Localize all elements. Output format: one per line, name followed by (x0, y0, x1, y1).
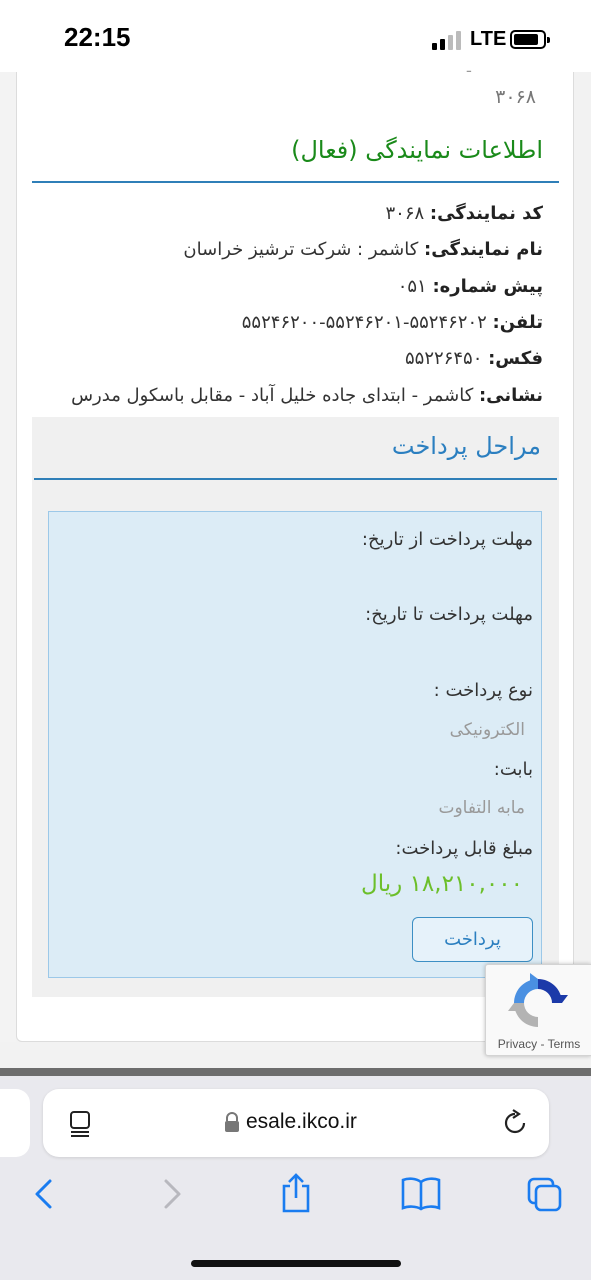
fax-value: ۵۵۲۲۶۴۵۰ (405, 348, 489, 369)
address-row: نشانی: کاشمر - ابتدای جاده خلیل آباد - م… (71, 385, 543, 406)
fax-row: فکس: ۵۵۲۲۶۴۵۰ (405, 348, 543, 369)
agency-name-row: نام نمایندگی: کاشمر : شرکت ترشیز خراسان (183, 239, 543, 260)
url-text[interactable]: esale.ikco.ir (246, 1110, 357, 1134)
payment-box (48, 511, 542, 978)
tabs-icon[interactable] (526, 1176, 564, 1214)
reader-icon[interactable] (66, 1109, 96, 1139)
agency-name-label: نام نمایندگی: (424, 239, 543, 260)
cellular-signal-icon (432, 30, 462, 50)
recaptcha-links: Privacy - Terms (486, 1037, 591, 1051)
previous-tab-stub[interactable] (0, 1089, 30, 1157)
share-icon[interactable] (278, 1172, 314, 1214)
lock-icon (225, 1112, 239, 1132)
payment-from-date-label: مهلت پرداخت از تاریخ: (361, 529, 533, 550)
page-margin (0, 72, 16, 1042)
phone-value[interactable]: ۵۵۲۴۶۲۰۲-۵۵۲۴۶۲۰۱-۵۵۲۴۶۲۰۰ (242, 312, 493, 333)
phone-label: تلفن: (492, 312, 543, 333)
payment-to-date-label: مهلت پرداخت تا تاریخ: (365, 604, 533, 625)
toolbar-separator (0, 1068, 591, 1076)
address-label: نشانی: (478, 385, 543, 406)
payment-steps-title: مراحل پرداخت (391, 432, 541, 460)
pay-button[interactable]: پرداخت (412, 917, 533, 962)
agency-code-value: ۳۰۶۸ (385, 203, 430, 224)
payment-for-label: بابت: (493, 759, 533, 780)
recaptcha-badge[interactable]: Privacy - Terms (485, 964, 591, 1056)
phone-row: تلفن: ۵۵۲۴۶۲۰۲-۵۵۲۴۶۲۰۱-۵۵۲۴۶۲۰۰ (242, 312, 543, 333)
recaptcha-terms-link[interactable]: Terms (548, 1037, 581, 1051)
recaptcha-separator: - (537, 1037, 548, 1051)
payment-amount-value: ۱۸,۲۱۰,۰۰۰ ریال (361, 871, 523, 897)
agency-info-title: اطلاعات نمایندگی (فعال) (291, 136, 543, 164)
area-code-row: پیش شماره: ۰۵۱ (398, 276, 543, 297)
agency-code-label: کد نمایندگی: (429, 203, 543, 224)
payment-for-value: مابه التفاوت (438, 798, 525, 818)
fax-label: فکس: (488, 348, 543, 369)
payment-type-value: الکترونیکی (449, 720, 525, 740)
payment-amount-label: مبلغ قابل پرداخت: (395, 838, 533, 859)
bookmarks-icon[interactable] (400, 1176, 442, 1212)
area-code-label: پیش شماره: (432, 276, 543, 297)
area-code-value: ۰۵۱ (397, 276, 433, 297)
network-type: LTE (470, 28, 507, 50)
clipped-text: ـ (466, 60, 471, 76)
battery-icon (510, 30, 550, 49)
agency-code-row: کد نمایندگی: ۳۰۶۸ (385, 203, 543, 224)
agency-name-value: کاشمر : شرکت ترشیز خراسان (183, 239, 425, 260)
address-value: کاشمر - ابتدای جاده خلیل آباد - مقابل با… (71, 385, 479, 406)
recaptcha-privacy-link[interactable]: Privacy (498, 1037, 537, 1051)
recaptcha-icon (508, 973, 568, 1027)
home-indicator (191, 1260, 401, 1267)
divider (34, 478, 557, 480)
back-icon[interactable] (28, 1178, 60, 1210)
divider (32, 181, 559, 183)
status-bar: 22:15 LTE (0, 0, 591, 72)
previous-agency-code: ۳۰۶۸ (495, 86, 536, 108)
payment-type-label: نوع پرداخت : (433, 680, 533, 701)
status-time: 22:15 (64, 22, 131, 52)
forward-icon (164, 1179, 181, 1209)
reload-icon[interactable] (500, 1108, 530, 1138)
